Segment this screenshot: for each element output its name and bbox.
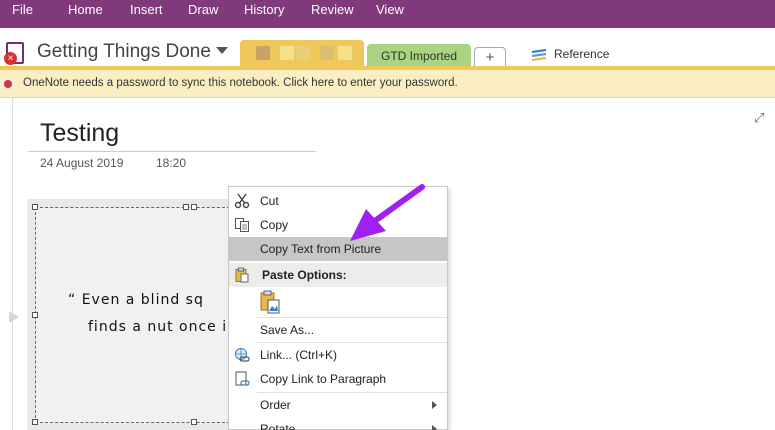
section-tab-blurred[interactable] <box>240 40 364 68</box>
menu-history[interactable]: History <box>244 2 284 17</box>
paste-as-picture-button[interactable] <box>229 287 447 317</box>
page-time: 18:20 <box>156 156 187 170</box>
scissors-icon <box>234 193 250 209</box>
submenu-arrow-icon <box>432 401 437 409</box>
section-group-icon <box>531 49 547 61</box>
section-tab-gtd-imported[interactable]: GTD Imported <box>367 44 471 68</box>
notebook-error-icon[interactable]: × <box>4 42 24 65</box>
sync-notification-bar[interactable]: OneNote needs a password to sync this no… <box>0 70 775 98</box>
link-globe-icon <box>235 348 250 362</box>
submenu-arrow-icon <box>432 425 437 430</box>
resize-handle[interactable] <box>191 419 197 425</box>
warning-icon <box>2 78 14 90</box>
clipboard-icon <box>235 267 249 283</box>
menu-item-link[interactable]: Link... (Ctrl+K) <box>229 343 447 367</box>
picture-content: “ Even a blind sq finds a nut once i <box>36 208 228 422</box>
notebook-title[interactable]: Getting Things Done <box>37 41 211 63</box>
menu-item-label: Link... (Ctrl+K) <box>260 348 338 362</box>
paste-picture-icon <box>260 290 280 314</box>
title-divider <box>28 151 316 152</box>
menu-item-label: Copy <box>260 218 289 232</box>
notification-message[interactable]: OneNote needs a password to sync this no… <box>23 77 458 89</box>
menu-item-label: Order <box>260 398 291 412</box>
menu-item-label: Copy Link to Paragraph <box>260 372 387 386</box>
menu-insert[interactable]: Insert <box>130 2 163 17</box>
menu-item-label: Cut <box>260 194 279 208</box>
menu-review[interactable]: Review <box>311 2 354 17</box>
menu-view[interactable]: View <box>376 2 404 17</box>
menu-home[interactable]: Home <box>68 2 103 17</box>
resize-handle[interactable] <box>32 312 38 318</box>
notebook-bar: × Getting Things Done GTD Imported + Ref… <box>0 28 775 68</box>
menu-draw[interactable]: Draw <box>188 2 218 17</box>
copy-icon <box>235 218 249 232</box>
page-date: 24 August 2019 <box>40 156 124 170</box>
menu-file[interactable]: File <box>12 2 33 17</box>
menu-item-label: Paste Options: <box>262 268 347 282</box>
resize-handle[interactable] <box>32 204 38 210</box>
page-title[interactable]: Testing <box>40 119 119 148</box>
menu-item-order[interactable]: Order <box>229 393 447 417</box>
paragraph-handle[interactable] <box>9 311 19 323</box>
resize-handle[interactable] <box>183 204 189 210</box>
picture-text-line-1: “ Even a blind sq <box>68 292 204 308</box>
picture-text-line-2: finds a nut once i <box>88 319 228 335</box>
ribbon-menu-bar: File Home Insert Draw History Review Vie… <box>0 0 775 28</box>
menu-item-rotate[interactable]: Rotate <box>229 417 447 430</box>
document-link-icon <box>235 371 250 386</box>
menu-item-label: Rotate <box>260 422 296 430</box>
add-section-button[interactable]: + <box>474 47 506 68</box>
resize-handle[interactable] <box>32 419 38 425</box>
paste-options-header: Paste Options: <box>229 263 447 287</box>
menu-item-copy-link-to-paragraph[interactable]: Copy Link to Paragraph <box>229 367 447 391</box>
section-group-reference[interactable]: Reference <box>554 47 609 61</box>
annotation-arrow-icon <box>350 184 425 241</box>
resize-handle[interactable] <box>191 204 197 210</box>
menu-item-label: Save As... <box>260 323 315 337</box>
chevron-down-icon[interactable] <box>216 47 228 54</box>
menu-item-save-as[interactable]: Save As... <box>229 318 447 342</box>
expand-icon[interactable]: ⤢ <box>754 110 764 126</box>
